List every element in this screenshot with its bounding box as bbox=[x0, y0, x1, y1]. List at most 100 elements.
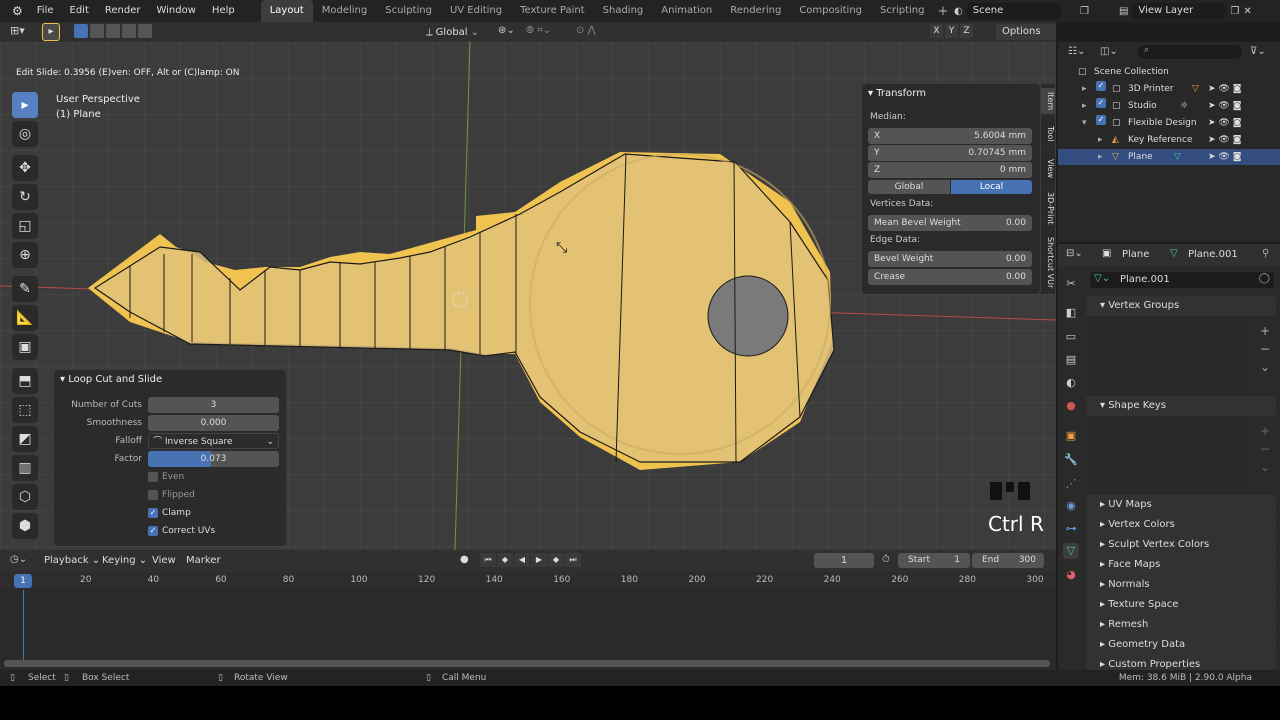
outliner-scene-collection[interactable]: ▢ Scene Collection bbox=[1058, 64, 1280, 80]
menu-file[interactable]: File bbox=[29, 0, 62, 22]
chevron-down-icon[interactable]: ⌄ bbox=[1256, 358, 1274, 376]
tab-shading[interactable]: Shading bbox=[594, 0, 653, 22]
play-reverse-icon[interactable]: ◀ bbox=[514, 553, 530, 567]
section-vertex-colors[interactable]: ▸ Vertex Colors bbox=[1086, 515, 1276, 535]
add-icon[interactable]: + bbox=[1256, 322, 1274, 340]
view-layer-selector[interactable]: ❐ ▤ View Layer ❐ ✕ bbox=[1080, 3, 1275, 19]
material-props-icon[interactable]: ◕ bbox=[1063, 567, 1079, 583]
jump-end-icon[interactable]: ⏭ bbox=[565, 553, 581, 567]
expand-icon[interactable]: ▸ bbox=[1098, 149, 1103, 165]
object-props-icon[interactable]: ▣ bbox=[1063, 428, 1079, 444]
select-mode-icon[interactable]: ▸ bbox=[42, 23, 60, 41]
start-frame-field[interactable]: Start 1 bbox=[898, 553, 970, 568]
modifier-props-icon[interactable]: 🔧 bbox=[1063, 452, 1079, 468]
global-toggle[interactable]: Global bbox=[868, 180, 950, 194]
scene-props-icon[interactable]: ◐ bbox=[1063, 375, 1079, 391]
section-geometry-data[interactable]: ▸ Geometry Data bbox=[1086, 635, 1276, 655]
tab-uv-editing[interactable]: UV Editing bbox=[441, 0, 511, 22]
marker-menu[interactable]: Marker bbox=[186, 555, 221, 566]
outliner-search-input[interactable]: ⌕ bbox=[1138, 45, 1242, 59]
end-frame-field[interactable]: End 300 bbox=[972, 553, 1044, 568]
move-tool-icon[interactable]: ✥ bbox=[12, 155, 38, 181]
vertex-groups-list[interactable] bbox=[1090, 322, 1248, 388]
blender-logo-icon[interactable]: ⚙ bbox=[6, 4, 29, 18]
knife-tool-icon[interactable]: ⬡ bbox=[12, 484, 38, 510]
mesh-breadcrumb[interactable]: Plane.001 bbox=[1188, 249, 1238, 260]
shape-keys-list[interactable] bbox=[1090, 422, 1248, 488]
median-x-field[interactable]: X 5.6004 mm bbox=[868, 128, 1032, 144]
bevel-weight-field[interactable]: Bevel Weight 0.00 bbox=[868, 251, 1032, 267]
timeline-ruler[interactable]: 1 20 40 60 80 100 120 140 160 180 200 220 240 260 280… bbox=[0, 572, 1056, 590]
orientation-dropdown[interactable]: ⟂ Global ⌄ bbox=[426, 24, 479, 40]
number-of-cuts-field[interactable]: 3 bbox=[148, 397, 279, 413]
median-z-field[interactable]: Z 0 mm bbox=[868, 162, 1032, 178]
editor-type-icon[interactable]: ⊞▾ bbox=[10, 24, 25, 37]
inset-tool-icon[interactable]: ⬚ bbox=[12, 397, 38, 423]
frame-indicator[interactable]: 1 bbox=[14, 574, 32, 588]
median-y-field[interactable]: Y 0.70745 mm bbox=[868, 145, 1032, 161]
row-visibility-icons[interactable]: ➤ 👁 ◙ bbox=[1208, 115, 1241, 131]
measure-tool-icon[interactable]: 📐 bbox=[12, 305, 38, 331]
annotate-tool-icon[interactable]: ✎ bbox=[12, 276, 38, 302]
view-layer-field[interactable]: View Layer bbox=[1132, 3, 1227, 19]
outliner-item-key-reference[interactable]: ▸ ◭ Key Reference ➤ 👁 ◙ bbox=[1058, 132, 1280, 148]
tab-modeling[interactable]: Modeling bbox=[313, 0, 377, 22]
particles-props-icon[interactable]: ⋰ bbox=[1063, 476, 1079, 492]
select-new-icon[interactable] bbox=[74, 24, 88, 38]
options-dropdown[interactable]: Options ⌄ bbox=[996, 24, 1056, 53]
outliner-item-flexible-design[interactable]: ▾ ✓ ▢ Flexible Design ➤ 👁 ◙ bbox=[1058, 115, 1280, 131]
outliner-type-icon[interactable]: ☷⌄ bbox=[1068, 46, 1085, 57]
rotate-tool-icon[interactable]: ↻ bbox=[12, 184, 38, 210]
select-subtract-icon[interactable] bbox=[106, 24, 120, 38]
crease-field[interactable]: Crease 0.00 bbox=[868, 269, 1032, 285]
select-invert-icon[interactable] bbox=[122, 24, 136, 38]
tool-props-icon[interactable]: ✂ bbox=[1063, 276, 1079, 292]
tab-layout[interactable]: Layout bbox=[260, 0, 313, 22]
smoothness-field[interactable]: 0.000 bbox=[148, 415, 279, 431]
row-visibility-icons[interactable]: ➤ 👁 ◙ bbox=[1208, 98, 1241, 114]
outliner-item-plane[interactable]: ▸ ▽ Plane ▽ ➤ 👁 ◙ bbox=[1058, 149, 1280, 165]
timeline-scrollbar[interactable] bbox=[4, 660, 1050, 667]
tab-shortcut-vur[interactable]: Shortcut VUr bbox=[1041, 234, 1055, 292]
proportional-edit-icon[interactable]: ⊙ ⋀ bbox=[576, 25, 596, 36]
physics-props-icon[interactable]: ◉ bbox=[1063, 498, 1079, 514]
tab-texture-paint[interactable]: Texture Paint bbox=[511, 0, 594, 22]
chevron-down-icon[interactable]: ⌄ bbox=[1256, 458, 1274, 476]
tab-sculpting[interactable]: Sculpting bbox=[376, 0, 441, 22]
menu-edit[interactable]: Edit bbox=[62, 0, 97, 22]
axis-z-button[interactable]: Z bbox=[960, 24, 973, 38]
section-uv-maps[interactable]: ▸ UV Maps bbox=[1086, 495, 1276, 515]
section-texture-space[interactable]: ▸ Texture Space bbox=[1086, 595, 1276, 615]
prev-key-icon[interactable]: ◆ bbox=[497, 553, 513, 567]
menu-render[interactable]: Render bbox=[97, 0, 149, 22]
checkmark-icon[interactable]: ✓ bbox=[1096, 115, 1106, 125]
section-remesh[interactable]: ▸ Remesh bbox=[1086, 615, 1276, 635]
properties-type-icon[interactable]: ⊟⌄ bbox=[1066, 248, 1083, 259]
operator-header[interactable]: ▾ Loop Cut and Slide bbox=[60, 374, 162, 385]
transform-header[interactable]: ▾ Transform bbox=[868, 88, 926, 99]
row-visibility-icons[interactable]: ➤ 👁 ◙ bbox=[1208, 81, 1241, 97]
close-icon[interactable]: ✕ bbox=[1243, 6, 1251, 17]
tab-item[interactable]: Item bbox=[1041, 88, 1055, 114]
playback-menu[interactable]: Playback ⌄ bbox=[44, 555, 100, 566]
cursor-tool-icon[interactable]: ◎ bbox=[12, 121, 38, 147]
transform-tool-icon[interactable]: ⊕ bbox=[12, 242, 38, 268]
add-cube-tool-icon[interactable]: ▣ bbox=[12, 334, 38, 360]
bevel-tool-icon[interactable]: ◩ bbox=[12, 426, 38, 452]
copy-scene-icon[interactable]: ❐ bbox=[1080, 6, 1089, 17]
scene-field[interactable]: Scene bbox=[966, 3, 1061, 19]
mesh-data-props-icon[interactable]: ▽ bbox=[1063, 543, 1079, 559]
object-breadcrumb[interactable]: Plane bbox=[1122, 249, 1149, 260]
filter-icon[interactable]: ⊽⌄ bbox=[1250, 46, 1266, 57]
jump-start-icon[interactable]: ⏮ bbox=[480, 553, 496, 567]
section-normals[interactable]: ▸ Normals bbox=[1086, 575, 1276, 595]
section-sculpt-vertex-colors[interactable]: ▸ Sculpt Vertex Colors bbox=[1086, 535, 1276, 555]
world-props-icon[interactable]: ● bbox=[1063, 398, 1079, 414]
extrude-tool-icon[interactable]: ⬒ bbox=[12, 368, 38, 394]
view-layer-props-icon[interactable]: ▤ bbox=[1063, 352, 1079, 368]
select-intersect-icon[interactable] bbox=[138, 24, 152, 38]
fake-user-icon[interactable]: ◯ bbox=[1259, 273, 1270, 284]
expand-icon[interactable]: ▸ bbox=[1098, 132, 1103, 148]
copy-layer-icon[interactable]: ❐ bbox=[1230, 6, 1239, 17]
tab-scripting[interactable]: Scripting bbox=[871, 0, 933, 22]
